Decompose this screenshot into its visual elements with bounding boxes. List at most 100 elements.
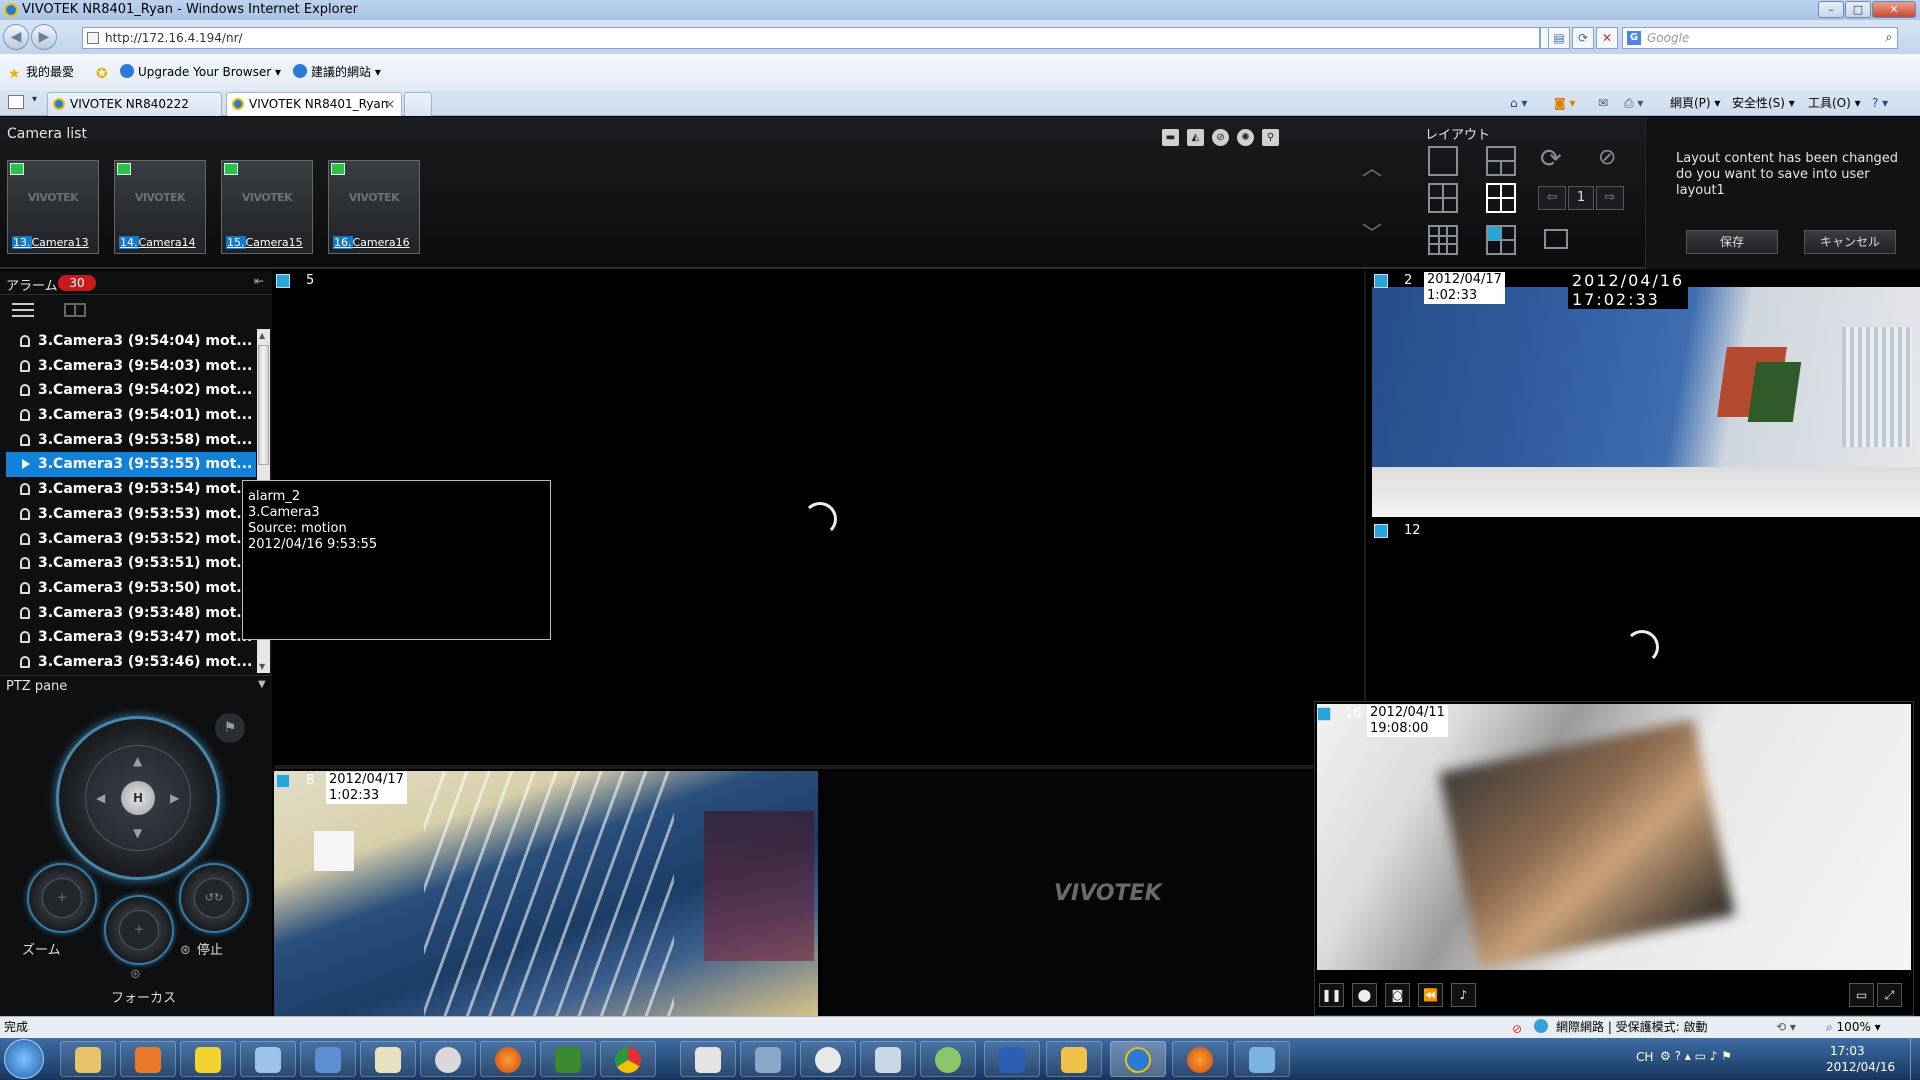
snapshot-button[interactable]: ◙ <box>1385 983 1410 1007</box>
alarm-list-item[interactable]: 3.Camera3 (9:54:03) mot... <box>6 354 256 379</box>
taskbar-app7[interactable] <box>420 1041 476 1077</box>
suggested-sites-link[interactable]: 建議的網站 ▾ <box>293 63 381 81</box>
camera-thumb-14[interactable]: VIVOTEK 14.Camera14 <box>114 160 206 254</box>
ptz-home-button[interactable]: H <box>121 781 155 815</box>
taskbar-calculator[interactable] <box>680 1041 736 1077</box>
tile-select-checkbox[interactable] <box>276 774 290 788</box>
focus-knob[interactable]: ＋ <box>104 895 174 965</box>
ptz-collapse-icon[interactable]: ▼ <box>258 679 266 690</box>
maximize-button[interactable]: □ <box>1845 1 1871 18</box>
fullscreen-icon[interactable]: ⤢ <box>1877 983 1902 1007</box>
alarm-list-item[interactable]: 3.Camera3 (9:53:48) mot... <box>6 601 256 626</box>
close-window-button[interactable]: ✕ <box>1872 1 1916 18</box>
taskbar-app9[interactable] <box>540 1041 596 1077</box>
record-icon[interactable]: ◭ <box>1187 129 1204 146</box>
cancel-button[interactable]: キャンセル <box>1804 230 1896 254</box>
taskbar-word[interactable] <box>984 1041 1040 1077</box>
taskbar-app5[interactable] <box>300 1041 356 1077</box>
video-tile-empty[interactable]: VIVOTEK <box>822 771 1366 1016</box>
iris-knob[interactable]: ↺↻ <box>179 863 249 933</box>
minimize-icon[interactable]: ▬ <box>1162 129 1179 146</box>
ime-indicator[interactable]: CH <box>1636 1050 1653 1064</box>
taskbar-app20[interactable] <box>1234 1041 1290 1077</box>
save-button[interactable]: 保存 <box>1686 230 1778 254</box>
alarm-list-item[interactable]: 3.Camera3 (9:53:52) mot... <box>6 527 256 552</box>
refresh-icon[interactable]: ⟳ <box>1572 27 1594 49</box>
protected-mode-icon[interactable]: ⟲ ▾ <box>1776 1017 1796 1037</box>
ptz-right-arrow-icon[interactable]: ▶ <box>170 791 179 805</box>
scroll-down-icon[interactable]: ﹀ <box>1362 217 1382 246</box>
help-menu[interactable]: ? ▾ <box>1872 94 1888 112</box>
minimize-button[interactable]: – <box>1818 1 1844 18</box>
taskbar-chrome[interactable] <box>600 1041 656 1077</box>
stop-button[interactable]: ⊛ 停止 <box>180 939 223 958</box>
close-tab-icon[interactable]: × <box>385 93 395 115</box>
clock-date[interactable]: 2012/04/16 <box>1826 1060 1895 1074</box>
layout-2x2-icon[interactable] <box>1428 183 1458 213</box>
taskbar-app13[interactable] <box>800 1041 856 1077</box>
quick-tabs-icon[interactable] <box>8 95 24 109</box>
mail-icon[interactable]: ✉ <box>1598 94 1608 112</box>
favorites-button[interactable]: ★ 我的最愛 <box>8 63 74 81</box>
alarm-list-item[interactable]: 3.Camera3 (9:53:47) mot... <box>6 625 256 650</box>
layout-custom-selected-icon[interactable] <box>1486 183 1516 213</box>
alarm-list-item[interactable]: 3.Camera3 (9:53:46) mot... <box>6 650 256 673</box>
no-entry-icon[interactable]: ⊘ <box>1212 129 1229 146</box>
tools-menu[interactable]: 工具(O) ▾ <box>1808 94 1861 112</box>
restore-window-icon[interactable]: ▭ <box>1849 983 1874 1007</box>
alarm-list-item[interactable]: 3.Camera3 (9:54:02) mot... <box>6 378 256 403</box>
back-button[interactable]: ◀ <box>3 24 29 50</box>
scroll-up-arrow-icon[interactable]: ▲ <box>259 331 265 340</box>
settings-icon[interactable]: ✺ <box>1237 129 1254 146</box>
camera-off-icon[interactable]: ⊘ <box>1598 145 1616 170</box>
taskbar-media-player[interactable] <box>120 1041 176 1077</box>
camera-thumb-15[interactable]: VIVOTEK 15.Camera15 <box>221 160 313 254</box>
search-icon[interactable]: ⌕ <box>1878 27 1900 49</box>
ptz-up-arrow-icon[interactable]: ▲ <box>133 754 142 768</box>
print-icon[interactable]: ⎙ ▾ <box>1624 94 1643 112</box>
add-favorite-icon[interactable]: ✪ <box>96 63 114 81</box>
address-field[interactable]: http://172.16.4.194/nr/ <box>82 27 1540 49</box>
scrollbar-thumb[interactable] <box>258 345 269 465</box>
rotate-icon[interactable]: ⟳ <box>1540 144 1562 174</box>
taskbar-ie-active[interactable] <box>1110 1041 1166 1077</box>
video-tile-16[interactable]: 16 2012/04/11 19:08:00 ❚❚ ⬤ ◙ ⏪ ♪ ▭ ⤢ <box>1314 701 1914 1016</box>
taskbar-explorer[interactable] <box>60 1041 116 1077</box>
tile-select-checkbox[interactable] <box>1317 707 1331 721</box>
zoom-knob[interactable]: ＋ <box>27 863 97 933</box>
layout-1plus2-icon[interactable] <box>1486 146 1516 176</box>
camera-thumb-13[interactable]: VIVOTEK 13.Camera13 <box>7 160 99 254</box>
ptz-down-arrow-icon[interactable]: ▼ <box>133 826 142 840</box>
tile-select-checkbox[interactable] <box>1374 274 1388 288</box>
alarm-list-item[interactable]: 3.Camera3 (9:53:55) mot... <box>6 452 256 478</box>
ptz-direction-pad[interactable]: ▲ ▼ ◀ ▶ H <box>85 745 191 851</box>
taskbar-virtualbox[interactable] <box>740 1041 796 1077</box>
tab-nr840222[interactable]: VIVOTEK NR840222 <box>47 92 222 116</box>
ptz-joystick[interactable]: ▲ ▼ ◀ ▶ H <box>56 716 220 880</box>
taskbar-firefox-2[interactable] <box>1172 1041 1228 1077</box>
sequence-icon[interactable] <box>1544 229 1568 249</box>
new-tab-button[interactable] <box>404 92 432 116</box>
upgrade-browser-link[interactable]: Upgrade Your Browser ▾ <box>120 63 281 81</box>
list-view-icon[interactable] <box>12 303 34 317</box>
stop-icon[interactable]: ✕ <box>1596 27 1618 49</box>
safety-menu[interactable]: 安全性(S) ▾ <box>1732 94 1795 112</box>
forward-button[interactable]: ▶ <box>31 24 57 50</box>
taskbar-gtalk[interactable] <box>920 1041 976 1077</box>
feeds-icon[interactable]: ◙ ▾ <box>1554 94 1575 112</box>
tile-select-checkbox[interactable] <box>1374 524 1388 538</box>
layout-1x1-icon[interactable] <box>1428 146 1458 176</box>
ptz-left-arrow-icon[interactable]: ◀ <box>96 791 105 805</box>
layout-prev-button[interactable]: ⇦ <box>1538 186 1566 210</box>
focus-auto-icon[interactable]: ⊛ <box>130 967 141 982</box>
alarm-list-item[interactable]: 3.Camera3 (9:53:53) mot... <box>6 502 256 527</box>
zoom-level[interactable]: ⌕ 100% ▾ <box>1826 1017 1881 1037</box>
home-icon[interactable]: ⌂ ▾ <box>1510 94 1527 112</box>
video-tile-8[interactable]: 8 2012/04/17 1:02:33 <box>274 771 818 1016</box>
preset-flag-icon[interactable]: ⚑ <box>215 713 245 743</box>
grid-view-icon[interactable] <box>64 303 86 317</box>
taskbar-sticky[interactable] <box>180 1041 236 1077</box>
alarm-list-item[interactable]: 3.Camera3 (9:54:04) mot... <box>6 329 256 354</box>
tab-list-dropdown-icon[interactable]: ▾ <box>32 94 37 105</box>
tab-nr8401-ryan[interactable]: VIVOTEK NR8401_Ryan × <box>226 92 402 116</box>
